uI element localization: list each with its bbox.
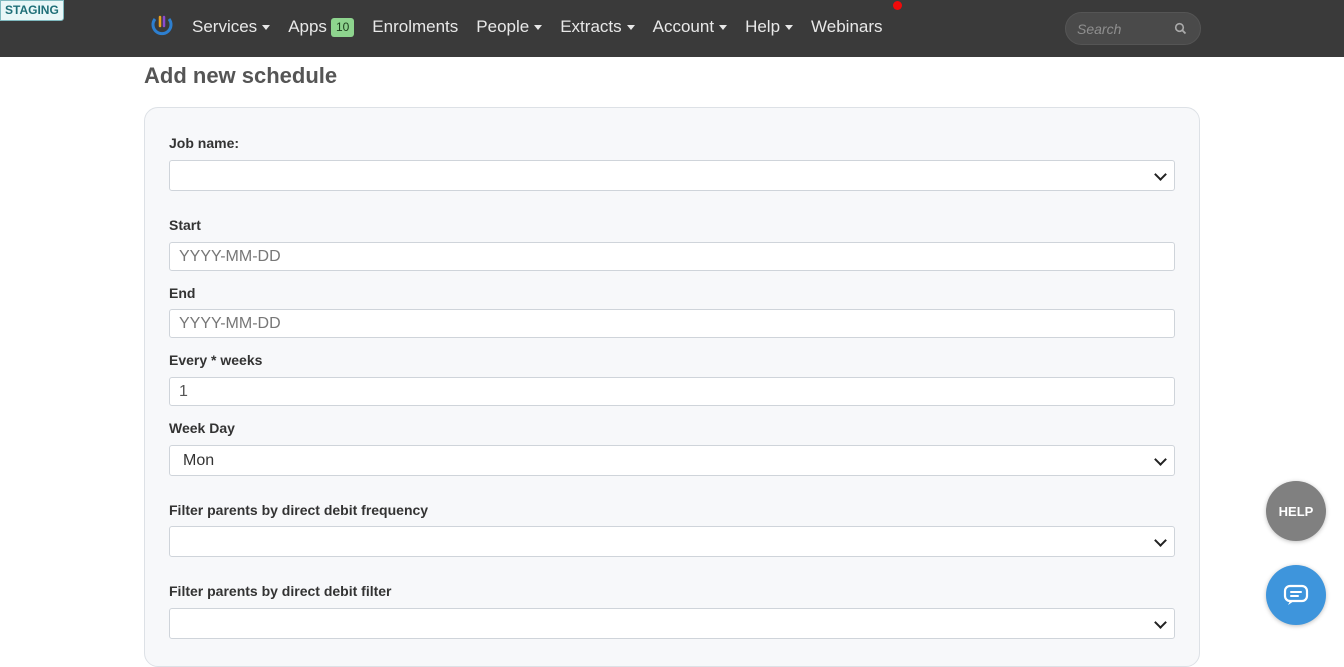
brand-logo-icon[interactable] — [149, 13, 175, 39]
chevron-down-icon — [1154, 167, 1167, 181]
nav-extracts[interactable]: Extracts — [560, 17, 635, 37]
nav-apps[interactable]: Apps 10 — [288, 17, 355, 37]
chevron-down-icon — [1154, 533, 1167, 547]
main-nav: Services Apps 10 Enrolments People Extra… — [192, 0, 902, 54]
caret-down-icon — [534, 24, 543, 30]
nav-apps-label: Apps — [288, 17, 327, 36]
start-date-placeholder: YYYY-MM-DD — [179, 247, 281, 265]
dd-filter-label: Filter parents by direct debit filter — [169, 583, 392, 599]
search-icon[interactable] — [1174, 22, 1187, 35]
search-box — [1065, 12, 1201, 45]
nav-enrolments[interactable]: Enrolments — [372, 17, 458, 37]
start-label: Start — [169, 217, 201, 233]
nav-people[interactable]: People — [476, 17, 543, 37]
caret-down-icon — [719, 24, 728, 30]
staging-badge: STAGING — [0, 0, 64, 21]
end-date-placeholder: YYYY-MM-DD — [179, 314, 281, 332]
nav-webinars-label: Webinars — [811, 17, 883, 36]
end-label: End — [169, 285, 196, 301]
nav-help[interactable]: Help — [745, 17, 794, 37]
week-day-select[interactable]: Mon — [169, 445, 1175, 476]
nav-services[interactable]: Services — [192, 17, 271, 37]
dd-frequency-label: Filter parents by direct debit frequency — [169, 502, 429, 518]
chevron-down-icon — [1154, 615, 1167, 629]
search-input[interactable] — [1077, 20, 1175, 37]
job-name-select[interactable] — [169, 160, 1175, 191]
apps-count-badge: 10 — [330, 17, 355, 37]
notification-dot — [892, 1, 902, 10]
nav-people-label: People — [476, 17, 530, 36]
chevron-down-icon — [1154, 452, 1167, 466]
dd-frequency-select[interactable] — [169, 526, 1175, 557]
dd-filter-select[interactable] — [169, 608, 1175, 639]
caret-down-icon — [785, 24, 794, 30]
schedule-form: Job name: Start YYYY-MM-DD End YYYY-MM-D… — [144, 107, 1200, 667]
nav-webinars[interactable]: Webinars — [811, 1, 902, 37]
chat-button[interactable] — [1266, 565, 1326, 625]
nav-account-label: Account — [652, 17, 715, 36]
week-day-label: Week Day — [169, 420, 235, 436]
end-date-input[interactable]: YYYY-MM-DD — [169, 309, 1175, 338]
every-weeks-value: 1 — [179, 382, 188, 400]
nav-services-label: Services — [192, 17, 258, 36]
nav-enrolments-label: Enrolments — [372, 17, 459, 36]
job-name-label: Job name: — [169, 135, 240, 151]
help-button[interactable]: HELP — [1266, 481, 1326, 541]
page-title: Add new schedule — [144, 63, 338, 88]
week-day-value: Mon — [183, 451, 215, 469]
start-date-input[interactable]: YYYY-MM-DD — [169, 242, 1175, 271]
caret-down-icon — [262, 24, 271, 30]
every-weeks-input[interactable]: 1 — [169, 377, 1175, 406]
nav-extracts-label: Extracts — [560, 17, 622, 36]
nav-help-label: Help — [745, 17, 781, 36]
top-navbar: Services Apps 10 Enrolments People Extra… — [0, 0, 1344, 57]
every-weeks-label: Every * weeks — [169, 352, 263, 368]
caret-down-icon — [626, 24, 635, 30]
nav-account[interactable]: Account — [652, 17, 728, 37]
chat-icon — [1283, 584, 1309, 605]
